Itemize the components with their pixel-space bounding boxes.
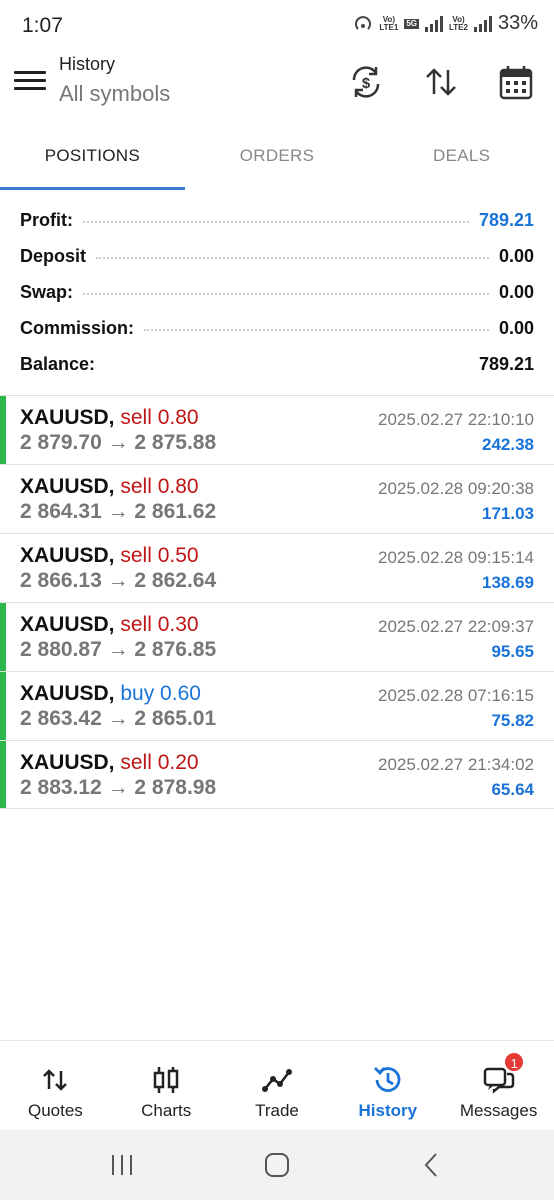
position-side: sell 0.50: [120, 544, 199, 567]
position-prices: 2 880.87 → 2 876.85: [20, 638, 217, 661]
bottom-navigation: Quotes Charts Trade History 1 Messages: [0, 1040, 554, 1130]
position-prices: 2 879.70 → 2 875.88: [20, 431, 217, 454]
recent-apps-icon[interactable]: [107, 1152, 137, 1178]
signal-2-icon: [473, 15, 492, 32]
nav-history-label: History: [358, 1101, 418, 1120]
signal-1-icon: [425, 15, 443, 32]
summary-profit-row: Profit: 789.21: [0, 202, 554, 238]
position-prices: 2 883.12 → 2 878.98: [20, 776, 217, 799]
deposit-value: 0.00: [498, 245, 534, 266]
position-time: 2025.02.28 07:16:15: [378, 686, 534, 705]
profit-label: Profit:: [20, 209, 73, 230]
position-symbol: XAUUSD,: [20, 406, 115, 429]
position-side: sell 0.80: [120, 406, 199, 429]
account-summary: Profit: 789.21 Deposit 0.00 Swap: 0.00 C…: [0, 202, 554, 382]
system-navigation-bar: [0, 1130, 554, 1200]
position-marker: [0, 672, 6, 740]
position-profit: 138.69: [482, 573, 534, 592]
tab-positions[interactable]: POSITIONS: [0, 130, 185, 190]
position-profit: 242.38: [482, 435, 534, 454]
position-time: 2025.02.27 22:09:37: [378, 617, 534, 636]
position-side: buy 0.60: [120, 682, 201, 705]
app-header: History All symbols $: [0, 52, 554, 130]
tab-orders[interactable]: ORDERS: [185, 130, 370, 190]
position-side: sell 0.20: [120, 751, 199, 774]
nav-charts-label: Charts: [141, 1101, 192, 1120]
position-row[interactable]: XAUUSD, sell 0.80 2 879.70 → 2 875.88 20…: [0, 395, 554, 464]
position-symbol: XAUUSD,: [20, 751, 115, 774]
sort-icon[interactable]: [421, 62, 461, 102]
history-icon: [373, 1067, 401, 1092]
position-marker: [0, 396, 6, 464]
symbol-filter[interactable]: All symbols: [59, 81, 170, 107]
position-profit: 171.03: [482, 504, 534, 523]
position-time: 2025.02.28 09:15:14: [378, 548, 534, 567]
nav-history[interactable]: History: [332, 1041, 443, 1130]
swap-value: 0.00: [498, 281, 534, 302]
home-icon[interactable]: [262, 1152, 292, 1178]
history-tabs: POSITIONS ORDERS DEALS: [0, 130, 554, 190]
currency-sync-icon[interactable]: $: [346, 62, 386, 102]
nav-messages-label: Messages: [459, 1101, 538, 1120]
nav-messages[interactable]: 1 Messages: [443, 1041, 554, 1130]
positions-list: XAUUSD, sell 0.80 2 879.70 → 2 875.88 20…: [0, 395, 554, 809]
position-profit: 95.65: [491, 642, 534, 661]
position-row[interactable]: XAUUSD, sell 0.80 2 864.31 → 2 861.62 20…: [0, 464, 554, 533]
position-symbol: XAUUSD,: [20, 544, 115, 567]
summary-balance-row: Balance: 789.21: [0, 346, 554, 382]
menu-icon[interactable]: [14, 66, 46, 94]
position-time: 2025.02.27 21:34:02: [378, 755, 534, 774]
position-side: sell 0.30: [120, 613, 199, 636]
messages-badge: 1: [503, 1051, 526, 1073]
position-time: 2025.02.27 22:10:10: [378, 410, 534, 429]
position-prices: 2 863.42 → 2 865.01: [20, 707, 217, 730]
position-row[interactable]: XAUUSD, sell 0.50 2 866.13 → 2 862.64 20…: [0, 533, 554, 602]
position-row[interactable]: XAUUSD, sell 0.30 2 880.87 → 2 876.85 20…: [0, 602, 554, 671]
nav-charts[interactable]: Charts: [111, 1041, 222, 1130]
hotspot-icon: [355, 15, 372, 30]
trade-icon: [261, 1069, 292, 1092]
position-prices: 2 866.13 → 2 862.64: [20, 569, 217, 592]
position-symbol: XAUUSD,: [20, 682, 115, 705]
commission-label: Commission:: [20, 317, 135, 338]
battery-level: 33%: [497, 12, 538, 34]
position-profit: 65.64: [491, 780, 534, 799]
page-title: History: [59, 54, 116, 74]
position-symbol: XAUUSD,: [20, 613, 115, 636]
status-icons: Vo) LTE1 5G Vo) LTE2 33%: [353, 12, 538, 35]
summary-swap-row: Swap: 0.00: [0, 274, 554, 310]
position-marker: [0, 741, 6, 808]
charts-icon: [153, 1067, 179, 1093]
position-time: 2025.02.28 09:20:38: [378, 479, 534, 498]
lte1-indicator: Vo) LTE1: [379, 14, 399, 32]
position-prices: 2 864.31 → 2 861.62: [20, 500, 217, 523]
quotes-icon: [43, 1069, 68, 1091]
status-time: 1:07: [22, 14, 63, 37]
position-marker: [0, 603, 6, 671]
status-bar: 1:07 Vo) LTE1 5G Vo) LTE2 33%: [0, 0, 554, 52]
swap-label: Swap:: [20, 281, 74, 302]
balance-value: 789.21: [478, 353, 534, 374]
summary-deposit-row: Deposit 0.00: [0, 238, 554, 274]
deposit-label: Deposit: [20, 245, 87, 266]
position-side: sell 0.80: [120, 475, 199, 498]
lte2-indicator: Vo) LTE2: [449, 14, 468, 32]
tab-deals[interactable]: DEALS: [369, 130, 554, 190]
svg-text:$: $: [362, 75, 371, 92]
commission-value: 0.00: [498, 317, 534, 338]
nav-quotes-label: Quotes: [27, 1101, 83, 1120]
position-row[interactable]: XAUUSD, buy 0.60 2 863.42 → 2 865.01 202…: [0, 671, 554, 740]
profit-value: 789.21: [478, 209, 534, 230]
summary-commission-row: Commission: 0.00: [0, 310, 554, 346]
back-icon[interactable]: [417, 1152, 447, 1178]
position-profit: 75.82: [491, 711, 534, 730]
calendar-icon[interactable]: [496, 62, 536, 102]
position-symbol: XAUUSD,: [20, 475, 115, 498]
position-row[interactable]: XAUUSD, sell 0.20 2 883.12 → 2 878.98 20…: [0, 740, 554, 809]
5g-indicator: 5G: [404, 18, 419, 29]
nav-quotes[interactable]: Quotes: [0, 1041, 111, 1130]
nav-trade-label: Trade: [255, 1101, 299, 1120]
nav-trade[interactable]: Trade: [222, 1041, 333, 1130]
balance-label: Balance:: [20, 353, 96, 374]
